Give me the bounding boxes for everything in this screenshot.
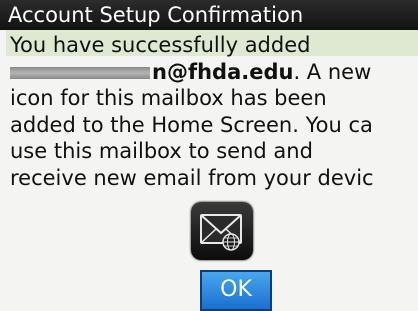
ok-button[interactable]: OK: [200, 270, 272, 311]
message-line-5: use this mailbox to send and: [10, 139, 313, 163]
message-line-4: added to the Home Screen. You ca: [10, 112, 373, 137]
redacted-email-part: [10, 66, 150, 79]
confirmation-message: You have successfully added n@fhda.edu. …: [10, 32, 418, 191]
account-setup-dialog: Account Setup Confirmation You have succ…: [0, 0, 418, 311]
message-line-1: You have successfully added: [10, 33, 311, 57]
message-line-6: receive new email from your devic: [10, 165, 374, 190]
dialog-title: Account Setup Confirmation: [0, 0, 418, 30]
message-line-2-suffix: . A new: [293, 59, 372, 84]
message-line-3: icon for this mailbox has been: [10, 86, 327, 110]
message-line-2: n@fhda.edu. A new: [10, 59, 418, 86]
mailbox-icon: [191, 202, 253, 260]
email-address: n@fhda.edu: [152, 59, 294, 84]
